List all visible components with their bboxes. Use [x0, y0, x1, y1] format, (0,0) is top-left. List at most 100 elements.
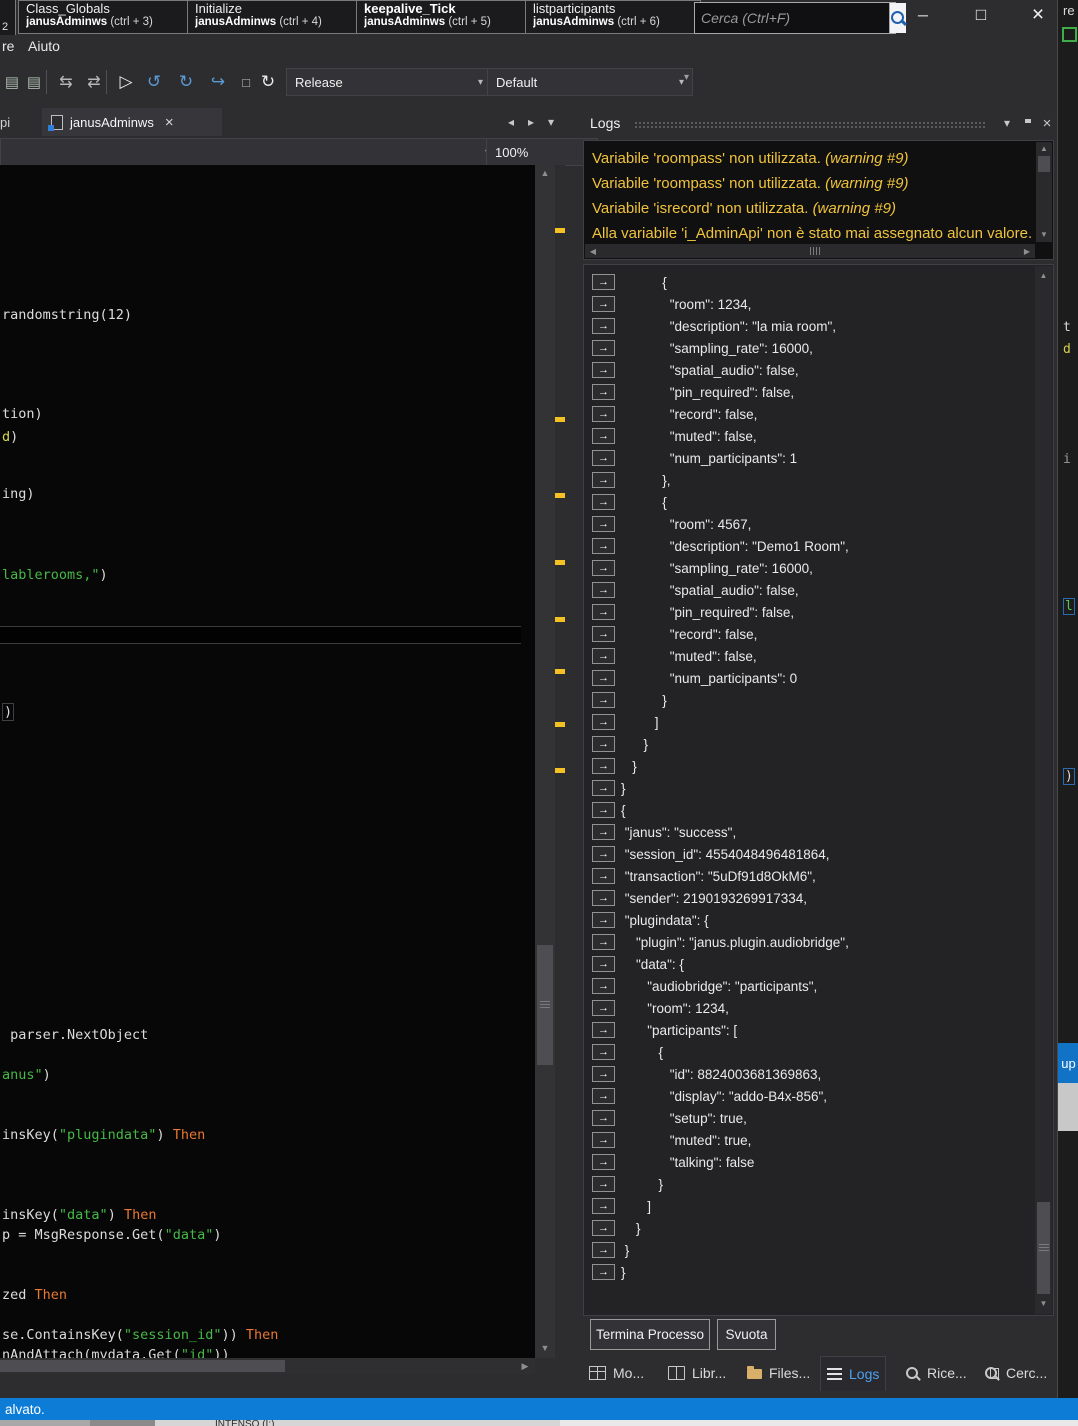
log-line[interactable]: → "spatial_audio": false, — [584, 579, 1033, 601]
log-line[interactable]: → "janus": "success", — [584, 821, 1033, 843]
tool-tab-mo[interactable]: Mo... — [583, 1356, 650, 1390]
log-line[interactable]: → "setup": true, — [584, 1107, 1033, 1129]
log-line[interactable]: → "plugindata": { — [584, 909, 1033, 931]
editor-vertical-scrollbar-thumb[interactable] — [537, 945, 553, 1065]
warning-item[interactable]: Alla variabile 'i_AdminApi' non è stato … — [584, 221, 1035, 246]
function-tab-partial[interactable]: 2 — [0, 0, 16, 35]
editor-horizontal-scrollbar[interactable]: ▶ — [0, 1358, 535, 1374]
log-line[interactable]: → { — [584, 271, 1033, 293]
editor-vertical-scrollbar[interactable]: ▲ ▼ — [535, 165, 555, 1358]
tool-tab-cerc[interactable]: Cerc... — [978, 1356, 1053, 1390]
bookmark-mark[interactable] — [555, 228, 565, 233]
warning-item[interactable]: Variabile 'roompass' non utilizzata. (wa… — [584, 171, 1035, 196]
menu-item-partial[interactable]: re — [2, 38, 14, 54]
scroll-down-icon[interactable]: ▼ — [535, 1340, 555, 1356]
log-line[interactable]: → "plugin": "janus.plugin.audiobridge", — [584, 931, 1033, 953]
bookmark-mark[interactable] — [555, 768, 565, 773]
log-line[interactable]: → ] — [584, 1195, 1033, 1217]
log-line[interactable]: → "display": "addo-B4x-856", — [584, 1085, 1033, 1107]
run-icon[interactable]: ▷ — [114, 70, 138, 94]
log-line[interactable]: → "audiobridge": "participants", — [584, 975, 1033, 997]
log-line[interactable]: → "pin_required": false, — [584, 381, 1033, 403]
clear-logs-button[interactable]: Svuota — [717, 1319, 776, 1350]
scroll-right-icon[interactable]: ▶ — [517, 1361, 533, 1371]
member-select[interactable]: ▾ — [0, 138, 499, 166]
log-line[interactable]: → "room": 1234, — [584, 997, 1033, 1019]
tool-tab-rice[interactable]: Rice... — [899, 1356, 973, 1390]
log-line[interactable]: → "id": 8824003681369863, — [584, 1063, 1033, 1085]
log-line[interactable]: → "room": 1234, — [584, 293, 1033, 315]
warnings-vertical-scrollbar[interactable]: ▲ ▼ — [1036, 142, 1052, 242]
log-line[interactable]: → "participants": [ — [584, 1019, 1033, 1041]
tab-janusadminws[interactable]: janusAdminws × — [42, 108, 222, 136]
bookmark-mark[interactable] — [555, 560, 565, 565]
function-tab[interactable]: keepalive_TickjanusAdminws (ctrl + 5) — [356, 0, 532, 34]
log-line[interactable]: → "record": false, — [584, 403, 1033, 425]
log-line[interactable]: →} — [584, 1261, 1033, 1283]
scroll-up-icon[interactable]: ▲ — [1036, 142, 1052, 155]
debug-step-out-icon[interactable]: ↪ — [206, 70, 230, 94]
log-line[interactable]: → ] — [584, 711, 1033, 733]
tool-tab-libr[interactable]: Libr... — [662, 1356, 732, 1390]
log-line[interactable]: → "pin_required": false, — [584, 601, 1033, 623]
log-line[interactable]: → "muted": true, — [584, 1129, 1033, 1151]
log-line[interactable]: →{ — [584, 799, 1033, 821]
log-line[interactable]: → "description": "la mia room", — [584, 315, 1033, 337]
toolbar-overflow-icon[interactable]: ▾ — [684, 72, 689, 83]
log-line[interactable]: → } — [584, 689, 1033, 711]
log-line[interactable]: → } — [584, 1239, 1033, 1261]
debug-step-into-icon[interactable]: ↺ — [142, 70, 166, 94]
log-line[interactable]: → { — [584, 1041, 1033, 1063]
log-line[interactable]: → } — [584, 755, 1033, 777]
debug-step-over-icon[interactable]: ↻ — [174, 70, 198, 94]
log-line[interactable]: → { — [584, 491, 1033, 513]
zoom-select[interactable]: 100% ▾ — [486, 138, 598, 166]
editor-splitter[interactable] — [0, 627, 521, 643]
log-line[interactable]: → "sampling_rate": 16000, — [584, 337, 1033, 359]
bookmark-mark[interactable] — [555, 669, 565, 674]
logs-panel-header[interactable]: Logs ▾ × — [578, 110, 1057, 136]
previous-tab-fragment[interactable]: pi — [0, 115, 10, 130]
log-line[interactable]: → "num_participants": 0 — [584, 667, 1033, 689]
close-button[interactable]: × — [1016, 0, 1060, 30]
panel-drag-handle[interactable] — [634, 121, 987, 129]
log-line[interactable]: → "muted": false, — [584, 645, 1033, 667]
log-line[interactable]: → "talking": false — [584, 1151, 1033, 1173]
log-line[interactable]: → "description": "Demo1 Room", — [584, 535, 1033, 557]
function-tab[interactable]: listparticipantsjanusAdminws (ctrl + 6) — [525, 0, 701, 34]
tab-scroll-left-icon[interactable]: ◂ — [508, 115, 514, 129]
restart-icon[interactable]: ↻ — [256, 70, 280, 94]
log-line[interactable]: →} — [584, 777, 1033, 799]
panel-close-icon[interactable]: × — [1037, 115, 1057, 132]
scroll-right-icon[interactable]: ▶ — [1019, 244, 1035, 258]
log-line[interactable]: → "spatial_audio": false, — [584, 359, 1033, 381]
log-line[interactable]: → "record": false, — [584, 623, 1033, 645]
warnings-horizontal-scrollbar[interactable]: ◀ ▶ — [585, 244, 1035, 258]
warnings-scrollbar-thumb[interactable] — [1038, 156, 1050, 172]
search-input[interactable] — [695, 3, 889, 33]
tool-tab-files[interactable]: Files... — [741, 1356, 816, 1390]
menu-item-aiuto[interactable]: Aiuto — [28, 38, 60, 54]
log-line[interactable]: → "session_id": 4554048496481864, — [584, 843, 1033, 865]
scroll-down-icon[interactable]: ▼ — [1035, 1296, 1052, 1310]
log-line[interactable]: → "num_participants": 1 — [584, 447, 1033, 469]
build-configuration-select[interactable]: Release ▾ — [286, 68, 492, 96]
new-doc-icon[interactable]: ▤ — [0, 70, 24, 94]
bookmark-mark[interactable] — [555, 722, 565, 727]
minimize-button[interactable]: ─ — [901, 0, 945, 30]
log-line[interactable]: → "transaction": "5uDf91d8OkM6", — [584, 865, 1033, 887]
log-line[interactable]: → "data": { — [584, 953, 1033, 975]
warning-item[interactable]: Variabile 'isrecord' non utilizzata. (wa… — [584, 196, 1035, 221]
log-line[interactable]: → "sampling_rate": 16000, — [584, 557, 1033, 579]
log-line[interactable]: → "sender": 2190193269917334, — [584, 887, 1033, 909]
code-editor[interactable]: randomstring(12)tion)d)ing)lablerooms,")… — [0, 165, 535, 1358]
log-line[interactable]: → } — [584, 1173, 1033, 1195]
platform-select[interactable]: Default ▾ — [487, 68, 693, 96]
bookmark-mark[interactable] — [555, 617, 565, 622]
scroll-up-icon[interactable]: ▲ — [535, 165, 555, 181]
function-tab[interactable]: InitializejanusAdminws (ctrl + 4) — [187, 0, 363, 34]
log-line[interactable]: → }, — [584, 469, 1033, 491]
log-line[interactable]: → "room": 4567, — [584, 513, 1033, 535]
scroll-left-icon[interactable]: ◀ — [585, 244, 601, 258]
log-scrollbar-thumb[interactable] — [1037, 1202, 1050, 1294]
